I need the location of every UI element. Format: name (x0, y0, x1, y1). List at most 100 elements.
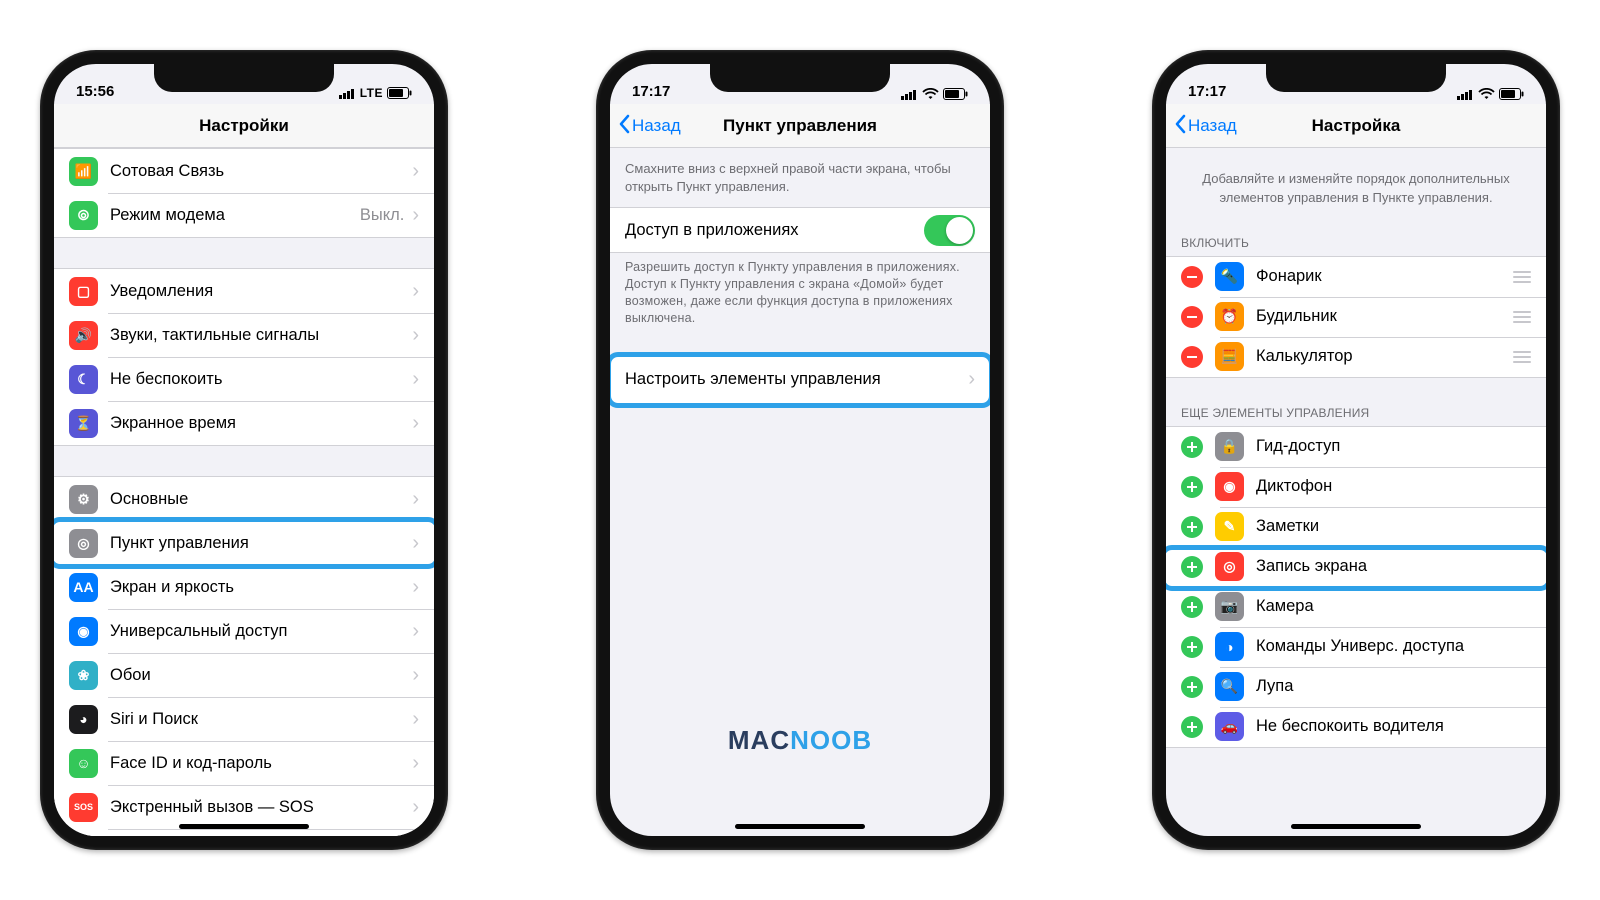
row-faceid[interactable]: ☺︎ Face ID и код-пароль› (54, 741, 434, 785)
wallpaper-icon: ❀ (69, 661, 98, 690)
row-label: Гид-доступ (1256, 437, 1531, 456)
row-display[interactable]: AA Экран и яркость› (54, 565, 434, 609)
alarm-icon: ⏰ (1215, 302, 1244, 331)
more-dnd-driving[interactable]: 🚗Не беспокоить водителя (1166, 707, 1546, 747)
remove-button[interactable] (1181, 266, 1203, 288)
row-cellular[interactable]: 📶Сотовая Связь› (54, 149, 434, 193)
add-button[interactable] (1181, 516, 1203, 538)
row-label: Siri и Поиск (110, 710, 412, 729)
row-dnd[interactable]: ☾Не беспокоить› (54, 357, 434, 401)
back-label: Назад (632, 116, 681, 136)
add-button[interactable] (1181, 596, 1203, 618)
chevron-right-icon: › (412, 708, 419, 731)
row-accessibility[interactable]: ◉ Универсальный доступ› (54, 609, 434, 653)
chevron-right-icon: › (412, 576, 419, 599)
remove-button[interactable] (1181, 306, 1203, 328)
add-button[interactable] (1181, 676, 1203, 698)
row-screentime[interactable]: ⏳Экранное время› (54, 401, 434, 445)
more-shortcuts[interactable]: ◑Команды Универс. доступа (1166, 627, 1546, 667)
chevron-right-icon: › (412, 664, 419, 687)
battery-icon (943, 88, 968, 100)
back-button[interactable]: Назад (618, 104, 681, 148)
chevron-right-icon: › (412, 796, 419, 819)
toggle-access-in-apps[interactable] (924, 215, 975, 246)
row-control-center[interactable]: ◎Пункт управления› (54, 521, 434, 565)
more-header: ЕЩЕ ЭЛЕМЕНТЫ УПРАВЛЕНИЯ (1166, 400, 1546, 426)
sounds-icon: 🔊 (69, 321, 98, 350)
page-title: Пункт управления (723, 116, 877, 136)
chevron-right-icon: › (412, 620, 419, 643)
settings-list[interactable]: 📶Сотовая Связь›⦾Режим модемаВыкл.› ▢Увед… (54, 148, 434, 836)
row-label: Face ID и код-пароль (110, 754, 412, 773)
drag-handle-icon[interactable] (1513, 271, 1531, 283)
more-camera[interactable]: 📷 Камера (1166, 587, 1546, 627)
drag-handle-icon[interactable] (1513, 311, 1531, 323)
row-label: Экран и яркость (110, 578, 412, 597)
flashlight-icon: 🔦 (1215, 262, 1244, 291)
home-indicator[interactable] (179, 824, 309, 829)
more-magnifier[interactable]: 🔍Лупа (1166, 667, 1546, 707)
included-flashlight[interactable]: 🔦 Фонарик (1166, 257, 1546, 297)
general-icon: ⚙︎ (69, 485, 98, 514)
display-icon: AA (69, 573, 98, 602)
row-detail: Выкл. (360, 206, 404, 225)
row-label: Команды Универс. доступа (1256, 637, 1531, 656)
row-customize-controls[interactable]: Настроить элементы управления › (610, 356, 990, 404)
row-label: Фонарик (1256, 267, 1505, 286)
more-notes[interactable]: ✎Заметки (1166, 507, 1546, 547)
row-siri[interactable]: ◕Siri и Поиск› (54, 697, 434, 741)
row-hotspot[interactable]: ⦾Режим модемаВыкл.› (54, 193, 434, 237)
add-button[interactable] (1181, 556, 1203, 578)
accessibility-icon: ◉ (69, 617, 98, 646)
chevron-right-icon: › (968, 368, 975, 391)
dnd-icon: ☾ (69, 365, 98, 394)
row-wallpaper[interactable]: ❀ Обои› (54, 653, 434, 697)
signal-icon (901, 89, 918, 100)
back-label: Назад (1188, 116, 1237, 136)
faceid-icon: ☺︎ (69, 749, 98, 778)
row-label: Не беспокоить (110, 370, 412, 389)
notch (154, 64, 334, 92)
row-label: Обои (110, 666, 412, 685)
row-label: Экранное время (110, 414, 412, 433)
row-access-in-apps[interactable]: Доступ в приложениях (610, 208, 990, 252)
row-label: Запись экрана (1256, 557, 1531, 576)
back-button[interactable]: Назад (1174, 104, 1237, 148)
included-calculator[interactable]: 🧮Калькулятор (1166, 337, 1546, 377)
included-alarm[interactable]: ⏰Будильник (1166, 297, 1546, 337)
notifications-icon: ▢ (69, 277, 98, 306)
customize-list[interactable]: Добавляйте и изменяйте порядок дополните… (1166, 148, 1546, 836)
camera-icon: 📷 (1215, 592, 1244, 621)
home-indicator[interactable] (735, 824, 865, 829)
add-button[interactable] (1181, 636, 1203, 658)
chevron-right-icon: › (412, 204, 419, 227)
row-battery[interactable]: ▮Аккумулятор› (54, 829, 434, 836)
guided-access-icon: 🔒 (1215, 432, 1244, 461)
voice-memos-icon: ◉ (1215, 472, 1244, 501)
row-notifications[interactable]: ▢Уведомления› (54, 269, 434, 313)
add-button[interactable] (1181, 716, 1203, 738)
row-label: Универсальный доступ (110, 622, 412, 641)
status-time: 17:17 (632, 83, 670, 100)
nav-bar: Назад Пункт управления (610, 104, 990, 148)
remove-button[interactable] (1181, 346, 1203, 368)
control-center-icon: ◎ (69, 529, 98, 558)
signal-icon (1457, 89, 1474, 100)
row-label: Камера (1256, 597, 1531, 616)
more-guided-access[interactable]: 🔒 Гид-доступ (1166, 427, 1546, 467)
add-button[interactable] (1181, 476, 1203, 498)
more-voice-memos[interactable]: ◉Диктофон (1166, 467, 1546, 507)
page-title: Настройки (199, 116, 289, 136)
row-general[interactable]: ⚙︎Основные› (54, 477, 434, 521)
notch (1266, 64, 1446, 92)
more-screen-record[interactable]: ◎Запись экрана (1166, 547, 1546, 587)
row-sos[interactable]: SOSЭкстренный вызов — SOS› (54, 785, 434, 829)
screentime-icon: ⏳ (69, 409, 98, 438)
home-indicator[interactable] (1291, 824, 1421, 829)
phone-settings: 15:56 LTE Настройки 📶Сотовая Связь›⦾Режи… (40, 50, 448, 850)
chevron-right-icon: › (412, 752, 419, 775)
row-sounds[interactable]: 🔊Звуки, тактильные сигналы› (54, 313, 434, 357)
drag-handle-icon[interactable] (1513, 351, 1531, 363)
chevron-left-icon (1174, 114, 1186, 139)
add-button[interactable] (1181, 436, 1203, 458)
